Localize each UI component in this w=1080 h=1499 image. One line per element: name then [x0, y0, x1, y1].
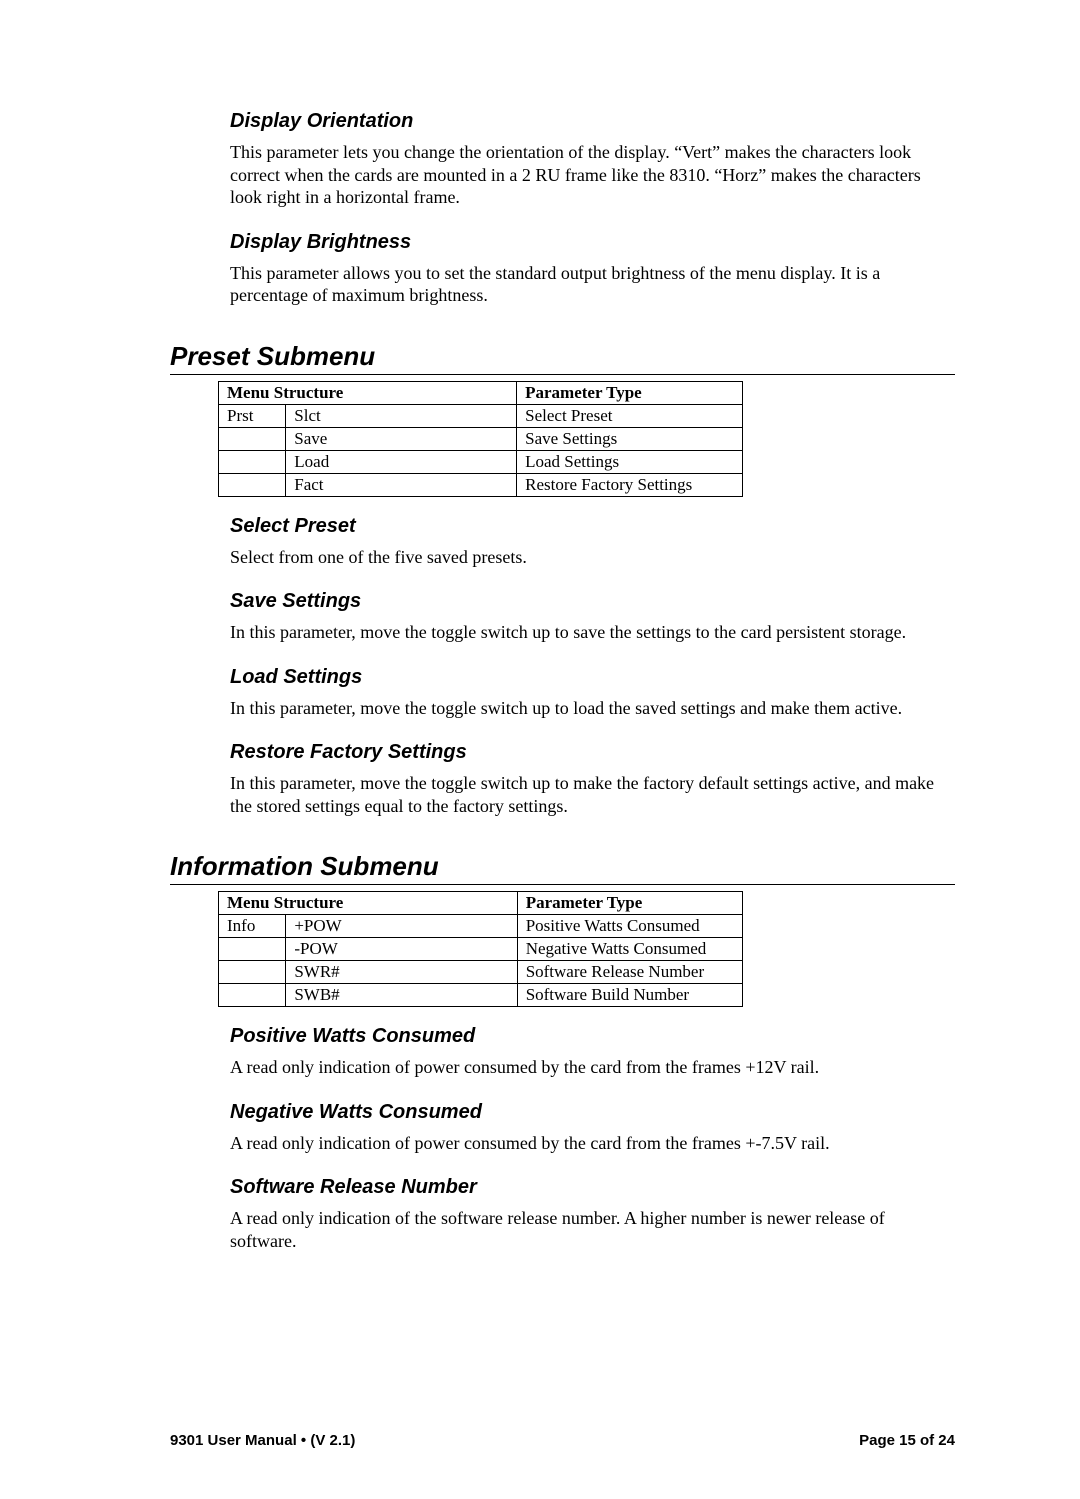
- cell-desc: Select Preset: [517, 404, 743, 427]
- footer-right: Page 15 of 24: [859, 1432, 955, 1449]
- cell-code: Save: [286, 427, 517, 450]
- page: Display Orientation This parameter lets …: [0, 0, 1080, 1499]
- section-display-orientation: Display Orientation This parameter lets …: [170, 110, 955, 209]
- preset-menu-table: Menu Structure Parameter Type Prst Slct …: [218, 381, 743, 497]
- table-header-row: Menu Structure Parameter Type: [219, 381, 743, 404]
- cell-empty: [219, 473, 286, 496]
- table-header-row: Menu Structure Parameter Type: [219, 892, 743, 915]
- body-select-preset: Select from one of the five saved preset…: [230, 546, 955, 569]
- heading-display-orientation: Display Orientation: [230, 110, 955, 133]
- heading-restore-factory: Restore Factory Settings: [230, 741, 955, 764]
- cell-code: SWB#: [286, 984, 517, 1007]
- heading-information-submenu: Information Submenu: [170, 851, 955, 885]
- section-display-brightness: Display Brightness This parameter allows…: [170, 231, 955, 307]
- heading-preset-submenu: Preset Submenu: [170, 341, 955, 375]
- cell-desc: Software Build Number: [517, 984, 742, 1007]
- heading-load-settings: Load Settings: [230, 666, 955, 689]
- table-row: -POW Negative Watts Consumed: [219, 938, 743, 961]
- cell-desc: Load Settings: [517, 450, 743, 473]
- cell-code: Load: [286, 450, 517, 473]
- table-row: SWR# Software Release Number: [219, 961, 743, 984]
- cell-desc: Positive Watts Consumed: [517, 915, 742, 938]
- body-negative-watts: A read only indication of power consumed…: [230, 1132, 955, 1155]
- th-menu-structure: Menu Structure: [219, 381, 517, 404]
- footer-left: 9301 User Manual • (V 2.1): [170, 1432, 355, 1449]
- heading-software-release: Software Release Number: [230, 1176, 955, 1199]
- cell-empty: [219, 427, 286, 450]
- info-menu-table: Menu Structure Parameter Type Info +POW …: [218, 891, 743, 1007]
- cell-code: Fact: [286, 473, 517, 496]
- section-select-preset: Select Preset Select from one of the fiv…: [170, 515, 955, 569]
- section-software-release: Software Release Number A read only indi…: [170, 1176, 955, 1252]
- heading-display-brightness: Display Brightness: [230, 231, 955, 254]
- cell-code: Slct: [286, 404, 517, 427]
- th-parameter-type: Parameter Type: [517, 381, 743, 404]
- th-parameter-type: Parameter Type: [517, 892, 742, 915]
- body-save-settings: In this parameter, move the toggle switc…: [230, 621, 955, 644]
- section-load-settings: Load Settings In this parameter, move th…: [170, 666, 955, 720]
- table-row: SWB# Software Build Number: [219, 984, 743, 1007]
- page-footer: 9301 User Manual • (V 2.1) Page 15 of 24: [170, 1432, 955, 1449]
- cell-group: Info: [219, 915, 286, 938]
- body-load-settings: In this parameter, move the toggle switc…: [230, 697, 955, 720]
- section-restore-factory: Restore Factory Settings In this paramet…: [170, 741, 955, 817]
- cell-code: -POW: [286, 938, 517, 961]
- body-display-brightness: This parameter allows you to set the sta…: [230, 262, 955, 307]
- cell-desc: Restore Factory Settings: [517, 473, 743, 496]
- heading-negative-watts: Negative Watts Consumed: [230, 1101, 955, 1124]
- section-negative-watts: Negative Watts Consumed A read only indi…: [170, 1101, 955, 1155]
- table-row: Info +POW Positive Watts Consumed: [219, 915, 743, 938]
- body-software-release: A read only indication of the software r…: [230, 1207, 955, 1252]
- cell-desc: Negative Watts Consumed: [517, 938, 742, 961]
- heading-select-preset: Select Preset: [230, 515, 955, 538]
- table-row: Fact Restore Factory Settings: [219, 473, 743, 496]
- table-row: Load Load Settings: [219, 450, 743, 473]
- body-restore-factory: In this parameter, move the toggle switc…: [230, 772, 955, 817]
- cell-empty: [219, 961, 286, 984]
- heading-positive-watts: Positive Watts Consumed: [230, 1025, 955, 1048]
- table-row: Save Save Settings: [219, 427, 743, 450]
- cell-code: SWR#: [286, 961, 517, 984]
- section-positive-watts: Positive Watts Consumed A read only indi…: [170, 1025, 955, 1079]
- cell-empty: [219, 450, 286, 473]
- heading-save-settings: Save Settings: [230, 590, 955, 613]
- table-row: Prst Slct Select Preset: [219, 404, 743, 427]
- body-positive-watts: A read only indication of power consumed…: [230, 1056, 955, 1079]
- body-display-orientation: This parameter lets you change the orien…: [230, 141, 955, 209]
- section-save-settings: Save Settings In this parameter, move th…: [170, 590, 955, 644]
- cell-desc: Software Release Number: [517, 961, 742, 984]
- cell-empty: [219, 938, 286, 961]
- cell-desc: Save Settings: [517, 427, 743, 450]
- th-menu-structure: Menu Structure: [219, 892, 518, 915]
- cell-group: Prst: [219, 404, 286, 427]
- cell-code: +POW: [286, 915, 517, 938]
- cell-empty: [219, 984, 286, 1007]
